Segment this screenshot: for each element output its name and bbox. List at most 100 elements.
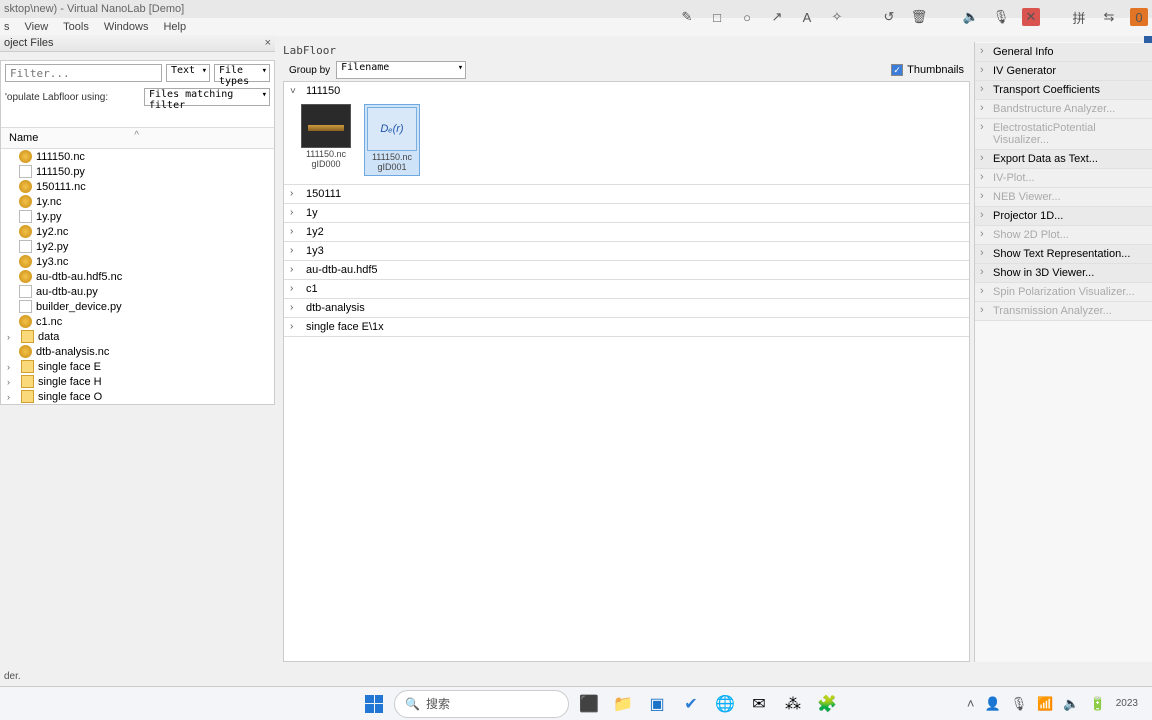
tree-item[interactable]: 1y2.nc xyxy=(1,224,274,239)
analyzer-item[interactable]: Show in 3D Viewer... xyxy=(975,264,1152,283)
sparkle-icon[interactable]: ✧ xyxy=(828,8,846,26)
taskview-icon[interactable]: ⬛ xyxy=(575,690,603,718)
menu-tools[interactable]: Tools xyxy=(63,21,89,33)
tree-item[interactable]: ›data xyxy=(1,329,274,344)
tree-item[interactable]: 150111.nc xyxy=(1,179,274,194)
mic-icon[interactable]: 🎙 xyxy=(992,8,1010,26)
analyzer-item: Show 2D Plot... xyxy=(975,226,1152,245)
analyzer-item[interactable]: Export Data as Text... xyxy=(975,150,1152,169)
text-combo[interactable]: Text xyxy=(166,64,210,82)
folder-file-icon xyxy=(21,330,34,343)
project-files-title: oject Files xyxy=(4,37,54,49)
close-icon[interactable]: ✕ xyxy=(1022,8,1040,26)
labfloor-group-header[interactable]: ˅111150 xyxy=(284,82,969,100)
tree-item[interactable]: ›single face E xyxy=(1,359,274,374)
analyzer-item: ElectrostaticPotential Visualizer... xyxy=(975,119,1152,150)
analyzer-item[interactable]: Show Text Representation... xyxy=(975,245,1152,264)
tray-mic-icon[interactable]: 🎙 xyxy=(1011,696,1028,712)
tray-battery-icon[interactable]: 🔋 xyxy=(1090,696,1106,712)
tray-avatar-icon[interactable]: 👤 xyxy=(984,696,1000,712)
group-name: 1y3 xyxy=(306,245,324,257)
thumbnails-checkbox[interactable]: ✓ Thumbnails xyxy=(891,64,964,76)
filter-input[interactable] xyxy=(5,64,162,82)
menu-windows[interactable]: Windows xyxy=(104,21,149,33)
labfloor-group-header[interactable]: ›single face E\1x xyxy=(284,318,969,336)
nc-file-icon xyxy=(19,225,32,238)
arrow-icon[interactable]: ↗ xyxy=(768,8,786,26)
panel-close-icon[interactable]: × xyxy=(265,37,271,49)
thumbnail[interactable]: Dₑ(r)111150.ncgID001 xyxy=(364,104,420,176)
text-a-icon[interactable]: A xyxy=(798,8,816,26)
nc-file-icon xyxy=(19,315,32,328)
circle-icon[interactable]: ○ xyxy=(738,8,756,26)
tree-item[interactable]: 1y.py xyxy=(1,209,274,224)
speaker-icon[interactable]: 🔈 xyxy=(962,8,980,26)
tree-item[interactable]: au-dtb-au.hdf5.nc xyxy=(1,269,274,284)
menu-help[interactable]: Help xyxy=(163,21,186,33)
tree-item-label: single face H xyxy=(38,376,102,388)
labfloor-group-header[interactable]: ›150111 xyxy=(284,185,969,203)
tree-item[interactable]: 1y3.nc xyxy=(1,254,274,269)
analyzer-item[interactable]: Projector 1D... xyxy=(975,207,1152,226)
nc-file-icon xyxy=(19,255,32,268)
labfloor-group-header[interactable]: ›au-dtb-au.hdf5 xyxy=(284,261,969,279)
tree-item[interactable]: 1y2.py xyxy=(1,239,274,254)
tray-wifi-icon[interactable]: 📶 xyxy=(1037,696,1053,712)
analyzer-item: Transmission Analyzer... xyxy=(975,302,1152,321)
populate-combo[interactable]: Files matching filter xyxy=(144,88,270,106)
tray-year: 2023 xyxy=(1116,698,1138,709)
edge-icon[interactable]: 🌐 xyxy=(711,690,739,718)
labfloor-title: LabFloor xyxy=(283,42,970,59)
labfloor-group-header[interactable]: ›1y2 xyxy=(284,223,969,241)
expander-icon[interactable]: › xyxy=(7,362,17,372)
app-todo-icon[interactable]: ✔ xyxy=(677,690,705,718)
undo-icon[interactable]: ↺ xyxy=(880,8,898,26)
rect-icon[interactable]: □ xyxy=(708,8,726,26)
labfloor-group-header[interactable]: ›dtb-analysis xyxy=(284,299,969,317)
project-files-header: oject Files × xyxy=(0,35,275,52)
tray-chevron-icon[interactable]: ˄ xyxy=(967,696,975,711)
tree-item[interactable]: 111150.py xyxy=(1,164,274,179)
analyzer-item[interactable]: General Info xyxy=(975,43,1152,62)
analyzer-item[interactable]: IV Generator xyxy=(975,62,1152,81)
tree-item[interactable]: 111150.nc xyxy=(1,149,274,164)
ime-pin-icon[interactable]: 拼 xyxy=(1070,8,1088,26)
thumb-label-2: gID001 xyxy=(367,163,417,173)
labfloor-group-header[interactable]: ›1y xyxy=(284,204,969,222)
explorer-icon[interactable]: 📁 xyxy=(609,690,637,718)
store-icon[interactable]: ▣ xyxy=(643,690,671,718)
system-tray[interactable]: ˄ 👤 🎙 📶 🔈 🔋 2023 xyxy=(967,696,1144,712)
start-button[interactable] xyxy=(360,690,388,718)
tree-item[interactable]: c1.nc xyxy=(1,314,274,329)
thumbnail[interactable]: 111150.ncgID000 xyxy=(298,104,354,176)
py-file-icon xyxy=(19,285,32,298)
tree-item[interactable]: ›single face O xyxy=(1,389,274,404)
expander-icon[interactable]: › xyxy=(7,377,17,387)
app-icon-1[interactable]: ⁂ xyxy=(779,690,807,718)
tree-item[interactable]: dtb-analysis.nc xyxy=(1,344,274,359)
ime-swap-icon[interactable]: ⇆ xyxy=(1100,8,1118,26)
tray-volume-icon[interactable]: 🔈 xyxy=(1063,696,1079,712)
tree-item[interactable]: › single face H xyxy=(1,374,274,389)
labfloor-group-header[interactable]: ›1y3 xyxy=(284,242,969,260)
menu-view[interactable]: View xyxy=(25,21,49,33)
expander-icon[interactable]: › xyxy=(7,392,17,402)
labfloor-group-header[interactable]: ›c1 xyxy=(284,280,969,298)
analyzer-item[interactable]: Transport Coefficients xyxy=(975,81,1152,100)
taskbar-search[interactable]: 🔍 搜索 xyxy=(394,690,569,718)
trash-icon[interactable]: 🗑 xyxy=(910,8,928,26)
pencil-icon[interactable]: ✎ xyxy=(678,8,696,26)
expander-icon[interactable]: › xyxy=(7,332,17,342)
tree-item[interactable]: builder_device.py xyxy=(1,299,274,314)
labfloor-panel: LabFloor Group by Filename ✓ Thumbnails … xyxy=(283,42,970,662)
orange-badge-icon[interactable]: 0 xyxy=(1130,8,1148,26)
thumbnails-label: Thumbnails xyxy=(907,64,964,76)
mail-icon[interactable]: ✉ xyxy=(745,690,773,718)
groupby-combo[interactable]: Filename xyxy=(336,61,466,79)
tree-item[interactable]: au-dtb-au.py xyxy=(1,284,274,299)
tree-header-name[interactable]: Name xyxy=(1,128,274,149)
app-icon-2[interactable]: 🧩 xyxy=(813,690,841,718)
filetypes-combo[interactable]: File types xyxy=(214,64,270,82)
tree-item[interactable]: 1y.nc xyxy=(1,194,274,209)
menu-s[interactable]: s xyxy=(4,21,10,33)
